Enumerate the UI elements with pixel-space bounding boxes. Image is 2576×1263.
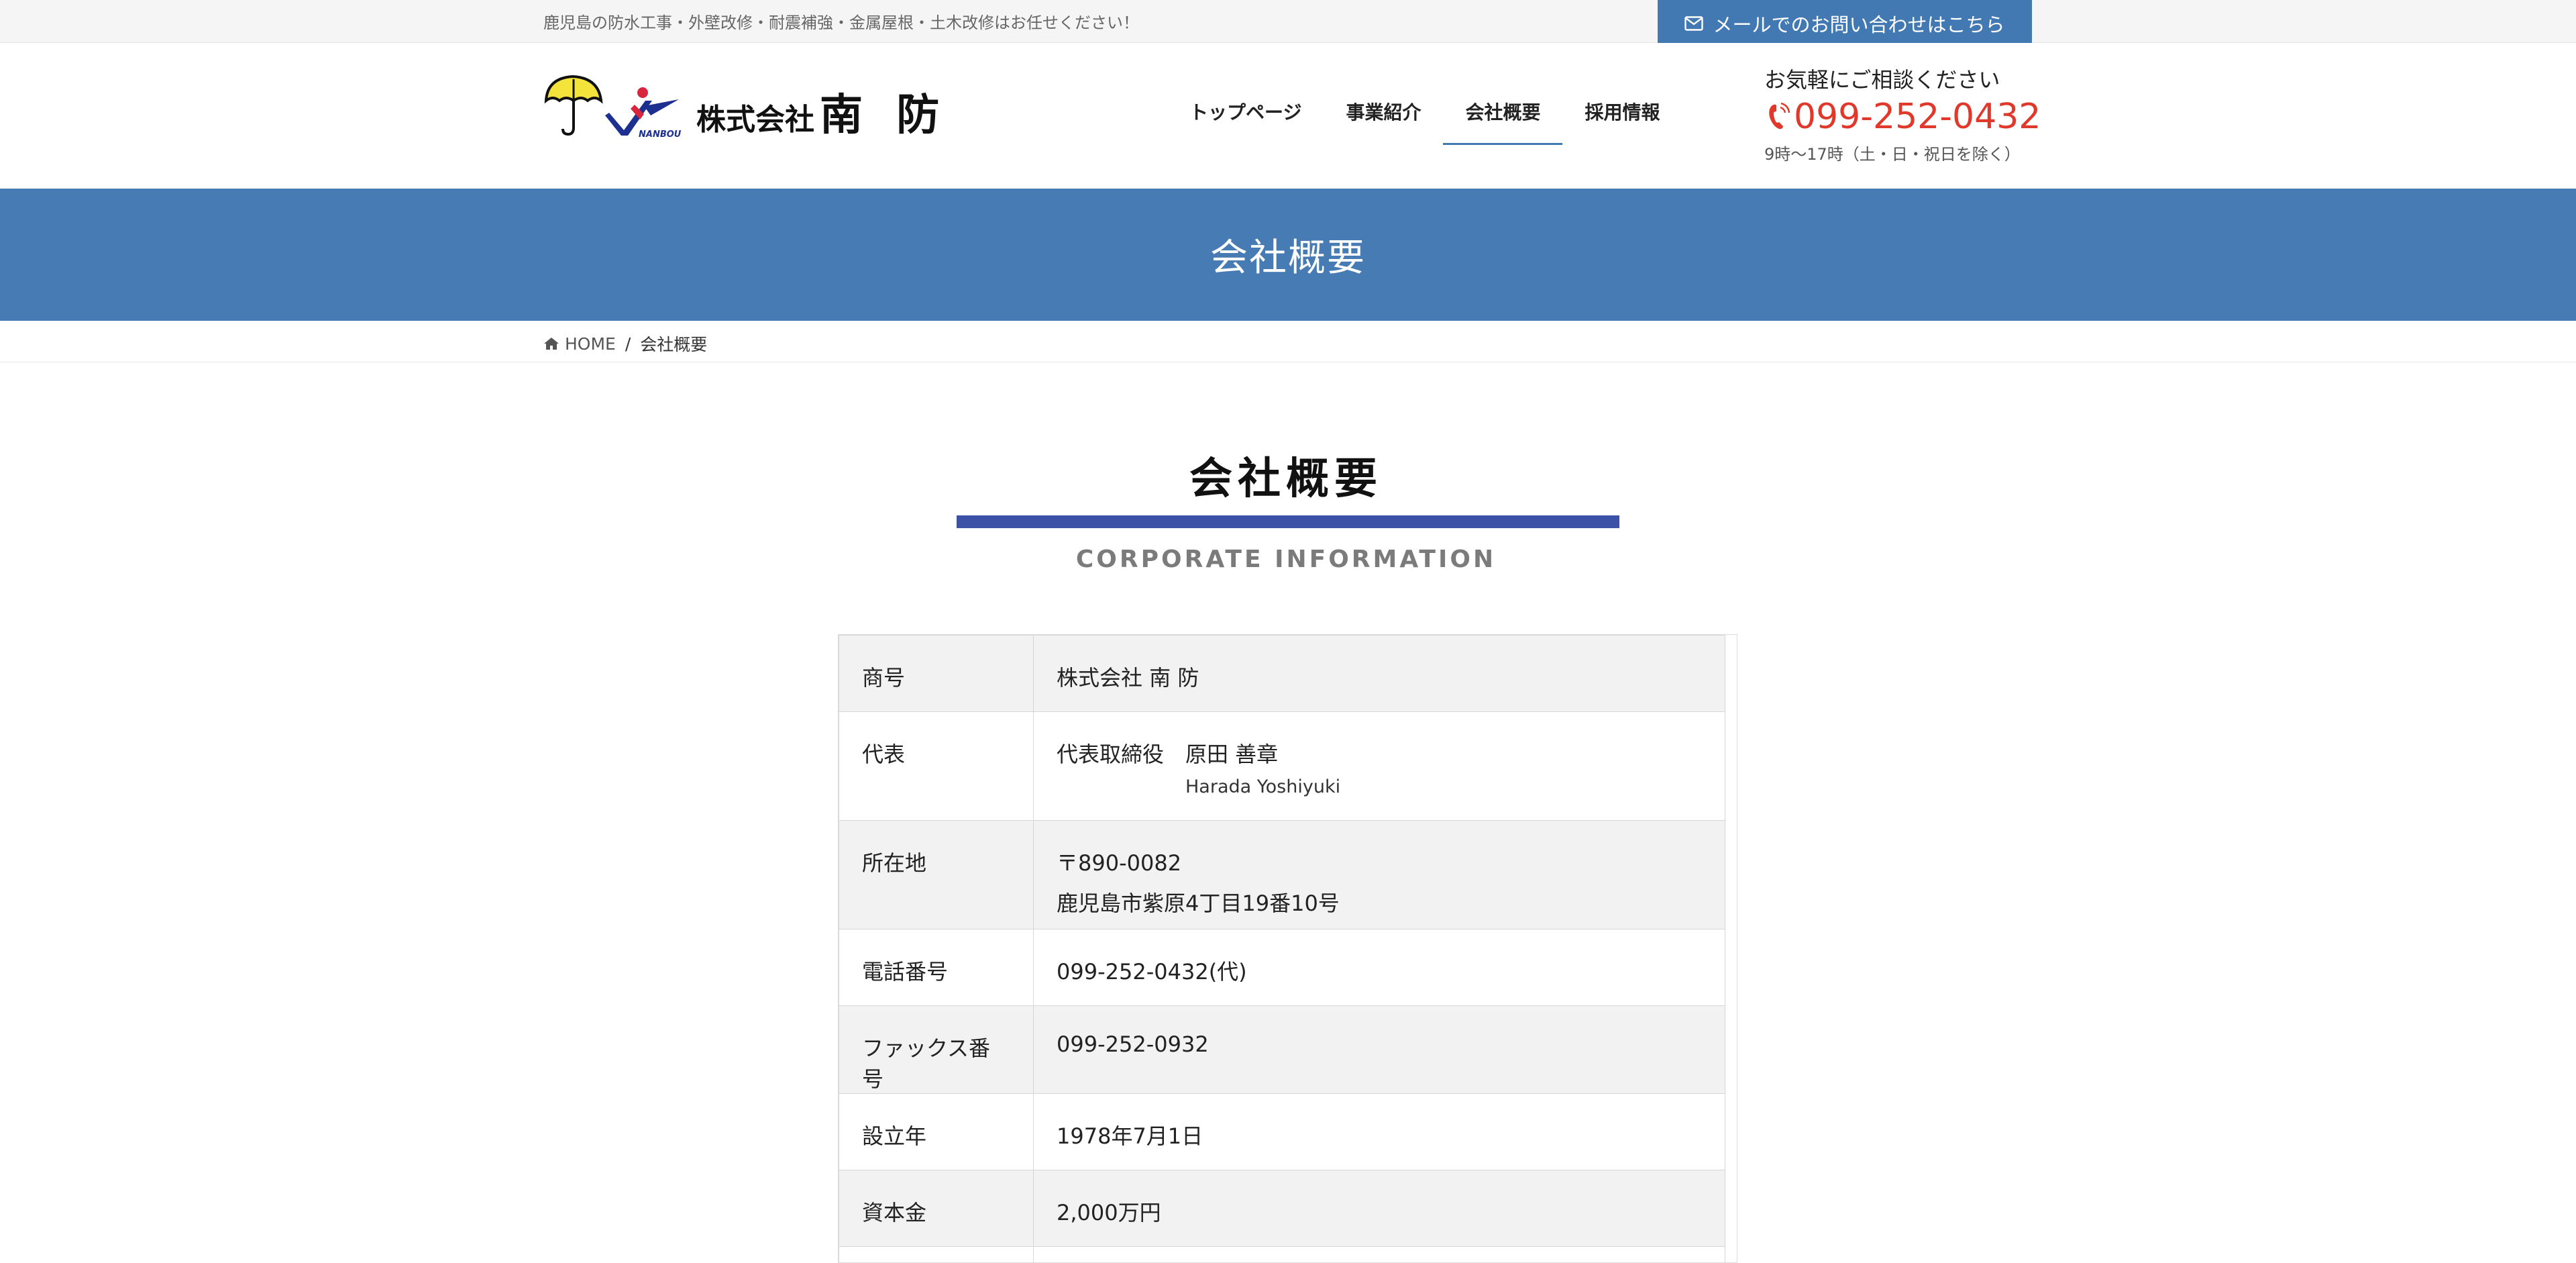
table-row: 電話番号 099-252-0432(代) bbox=[839, 929, 1725, 1006]
home-icon bbox=[544, 338, 559, 350]
phone-icon bbox=[1769, 102, 1790, 130]
nav-item-top[interactable]: トップページ bbox=[1167, 85, 1324, 138]
page-title: 会社概要 bbox=[1210, 236, 1366, 280]
company-prefix: 株式会社 bbox=[696, 103, 814, 137]
top-bar: 鹿児島の防水工事・外壁改修・耐震補強・金属屋根・土木改修はお任せください！ メー… bbox=[0, 0, 2576, 47]
row-value-cell: 〒890-0082 鹿児島市紫原4丁目19番10号 bbox=[1033, 820, 1725, 929]
company-main-name: 南 防 bbox=[820, 91, 949, 140]
section-title: 会社概要 bbox=[1189, 454, 1383, 504]
mail-contact-label: メールでのお問い合わせはこちら bbox=[1713, 13, 2005, 36]
logo-mark-text: NANBOU bbox=[639, 130, 682, 140]
row-label: 商号 bbox=[839, 635, 1034, 712]
table-row: 商号 株式会社 南 防 bbox=[839, 635, 1725, 712]
section-title-underline bbox=[957, 515, 1619, 528]
page: 鹿児島の防水工事・外壁改修・耐震補強・金属屋根・土木改修はお任せください！ メー… bbox=[0, 0, 2576, 1263]
breadcrumb-home-label: HOME bbox=[565, 334, 616, 354]
phone-number-link[interactable]: 099-252-0432 bbox=[1764, 97, 2046, 137]
company-info-table-wrapper: 商号 株式会社 南 防 代表 代表取締役 原田 善章 Harada Yoshiy… bbox=[838, 634, 1737, 1263]
nanbou-mark-icon: NANBOU bbox=[605, 87, 682, 140]
company-logo[interactable]: NANBOU 株式会社南 防 bbox=[543, 71, 939, 145]
representative-name: 代表取締役 原田 善章 bbox=[1057, 742, 1279, 767]
business-hours: 9時〜17時（土・日・祝日を除く） bbox=[1764, 145, 2021, 164]
street-address: 鹿児島市紫原4丁目19番10号 bbox=[1057, 891, 1340, 916]
row-label: 電話番号 bbox=[839, 929, 1034, 1006]
site-header: NANBOU 株式会社南 防 トップページ 事業紹介 会社概要 採用情報 お気軽… bbox=[0, 43, 2576, 189]
table-row: 設立年 1978年7月1日 bbox=[839, 1093, 1725, 1170]
breadcrumb-current: 会社概要 bbox=[640, 335, 708, 354]
table-row: ファックス番号 099-252-0932 bbox=[839, 1005, 1725, 1094]
row-value-cell: 代表取締役 原田 善章 Harada Yoshiyuki bbox=[1033, 711, 1725, 821]
row-value: 2,000万円 bbox=[1033, 1170, 1725, 1247]
row-label: 代表 bbox=[839, 711, 1034, 821]
row-label: 所在地 bbox=[839, 820, 1034, 929]
company-name: 株式会社南 防 bbox=[696, 81, 949, 142]
phone-number: 099-252-0432 bbox=[1794, 97, 2041, 137]
row-value: 1978年7月1日 bbox=[1033, 1093, 1725, 1170]
row-value: 株式会社 南 防 bbox=[1033, 635, 1725, 712]
site-tagline: 鹿児島の防水工事・外壁改修・耐震補強・金属屋根・土木改修はお任せください！ bbox=[543, 13, 1139, 32]
nav-item-business[interactable]: 事業紹介 bbox=[1324, 85, 1443, 138]
postal-code: 〒890-0082 bbox=[1057, 850, 1182, 876]
main-nav: トップページ 事業紹介 会社概要 採用情報 bbox=[1167, 85, 1682, 145]
breadcrumb-separator: / bbox=[625, 334, 631, 354]
breadcrumb-trail: HOME / 会社概要 bbox=[543, 332, 707, 356]
tel-block: お気軽にご相談ください 099-252-0432 9時〜17時（土・日・祝日を除… bbox=[1764, 63, 2046, 164]
section-subtitle: CORPORATE INFORMATION bbox=[1075, 546, 1497, 573]
umbrella-icon bbox=[544, 74, 603, 136]
representative-name-en: Harada Yoshiyuki bbox=[1185, 776, 1341, 797]
table-row: 所在地 〒890-0082 鹿児島市紫原4丁目19番10号 bbox=[839, 820, 1725, 929]
company-info-table: 商号 株式会社 南 防 代表 代表取締役 原田 善章 Harada Yoshiy… bbox=[839, 635, 1725, 1262]
row-value bbox=[1033, 1246, 1725, 1262]
row-label: 設立年 bbox=[839, 1093, 1034, 1170]
breadcrumb-home[interactable]: HOME bbox=[543, 334, 616, 354]
breadcrumb: HOME / 会社概要 bbox=[0, 321, 2576, 362]
table-row bbox=[839, 1246, 1725, 1262]
row-value: 099-252-0932 bbox=[1033, 1005, 1725, 1094]
row-label: ファックス番号 bbox=[839, 1005, 1034, 1094]
row-value: 099-252-0432(代) bbox=[1033, 929, 1725, 1006]
table-row: 代表 代表取締役 原田 善章 Harada Yoshiyuki bbox=[839, 711, 1725, 821]
row-label bbox=[839, 1246, 1034, 1262]
nav-item-company[interactable]: 会社概要 bbox=[1443, 85, 1563, 145]
mail-contact-button[interactable]: メールでのお問い合わせはこちら bbox=[1658, 0, 2032, 47]
envelope-icon bbox=[1684, 16, 1704, 31]
tel-lead: お気軽にご相談ください bbox=[1764, 67, 2000, 93]
row-label: 資本金 bbox=[839, 1170, 1034, 1247]
page-title-band: 会社概要 bbox=[0, 189, 2576, 321]
nav-item-recruit[interactable]: 採用情報 bbox=[1562, 85, 1682, 138]
table-row: 資本金 2,000万円 bbox=[839, 1170, 1725, 1247]
